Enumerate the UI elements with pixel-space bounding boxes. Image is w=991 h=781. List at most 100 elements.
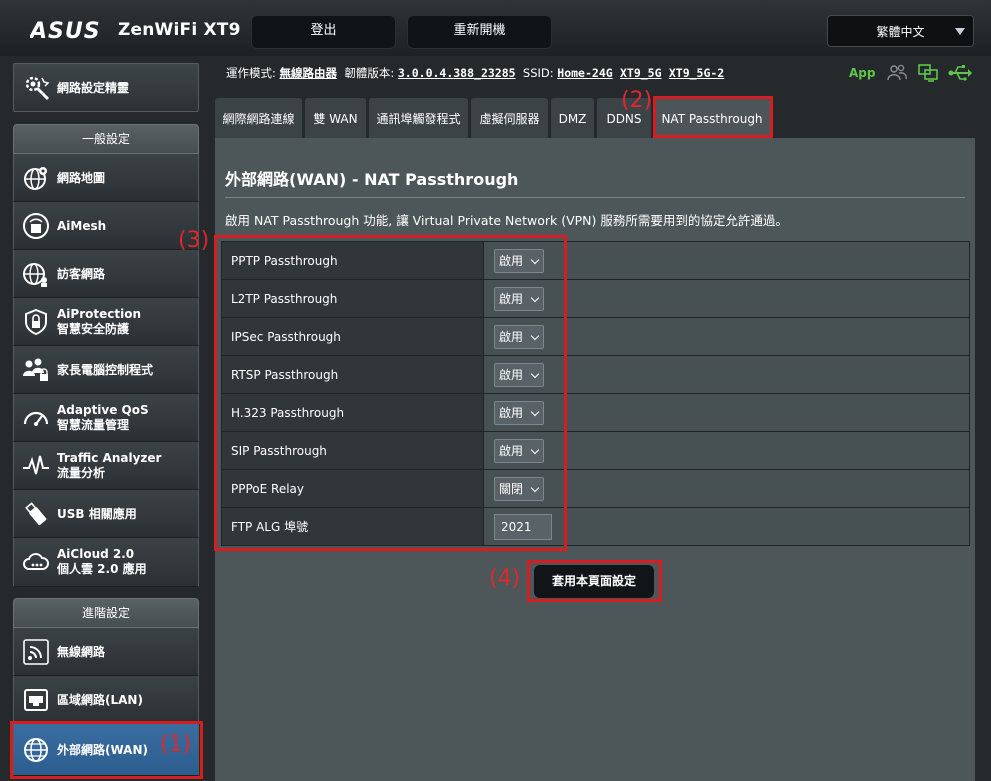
row-label: RTSP Passthrough bbox=[221, 355, 484, 394]
sidebar-item-network-map[interactable]: 網路地圖 bbox=[13, 154, 199, 202]
ssid-link[interactable]: Home-24G bbox=[557, 66, 612, 80]
row-label: FTP ALG 埠號 bbox=[221, 507, 484, 546]
tab-virtual-server[interactable]: 虛擬伺服器 bbox=[471, 98, 548, 138]
sidebar-item-label: USB 相關應用 bbox=[57, 506, 137, 521]
traffic-pulse-icon bbox=[23, 455, 49, 475]
sidebar-item-wireless[interactable]: 無線網路 bbox=[13, 628, 199, 676]
sidebar-item-label: 家長電腦控制程式 bbox=[57, 362, 154, 377]
asus-logo: ASUS bbox=[30, 19, 101, 43]
sip-select[interactable]: 啟用 bbox=[494, 438, 544, 463]
chevron-down-icon bbox=[955, 28, 965, 35]
sidebar-item-usb-app[interactable]: USB 相關應用 bbox=[13, 490, 199, 538]
select-value: 啟用 bbox=[499, 329, 524, 344]
tab-internet-connection[interactable]: 網際網路連線 bbox=[215, 98, 302, 138]
quick-setup-label: 網路設定精靈 bbox=[57, 81, 130, 95]
ftp-alg-port-input[interactable] bbox=[494, 513, 552, 540]
cloud-icon bbox=[23, 553, 49, 570]
usb-icon[interactable] bbox=[948, 64, 972, 82]
row-label: L2TP Passthrough bbox=[221, 279, 484, 318]
model-name: ZenWiFi XT9 bbox=[118, 20, 241, 40]
sidebar-item-parental-controls[interactable]: 家長電腦控制程式 bbox=[13, 346, 199, 394]
table-row: FTP ALG 埠號 bbox=[221, 507, 970, 546]
table-row: RTSP Passthrough 啟用 bbox=[221, 355, 970, 394]
page-title: 外部網路(WAN) - NAT Passthrough bbox=[225, 170, 519, 189]
pppoe-relay-select[interactable]: 關閉 bbox=[494, 476, 544, 501]
select-value: 啟用 bbox=[499, 405, 524, 420]
clients-icon[interactable] bbox=[887, 64, 907, 82]
reboot-button[interactable]: 重新開機 bbox=[407, 15, 552, 49]
chevron-down-icon bbox=[530, 483, 540, 492]
advanced-heading: 進階設定 bbox=[13, 598, 199, 628]
chevron-down-icon bbox=[530, 293, 540, 302]
row-label: PPTP Passthrough bbox=[221, 241, 484, 280]
table-row: L2TP Passthrough 啟用 bbox=[221, 279, 970, 318]
annotation-2: (2) bbox=[621, 88, 653, 113]
page-description: 啟用 NAT Passthrough 功能, 讓 Virtual Private… bbox=[225, 213, 788, 228]
shield-lock-icon bbox=[25, 308, 47, 336]
sidebar-item-sublabel: 流量分析 bbox=[57, 466, 106, 480]
language-select[interactable]: 繁體中文 bbox=[827, 15, 974, 47]
sidebar-item-label: 無線網路 bbox=[57, 644, 106, 659]
guest-globe-icon bbox=[23, 263, 47, 287]
ssid-link[interactable]: XT9_5G bbox=[620, 66, 662, 80]
sidebar-item-label: 區域網路(LAN) bbox=[57, 692, 143, 707]
wizard-icon bbox=[25, 76, 50, 101]
usb-drive-icon bbox=[25, 502, 47, 526]
l2tp-select[interactable]: 啟用 bbox=[494, 286, 544, 311]
chevron-down-icon bbox=[530, 445, 540, 454]
select-value: 啟用 bbox=[499, 291, 524, 306]
table-row: SIP Passthrough 啟用 bbox=[221, 431, 970, 470]
sidebar-item-label: Traffic Analyzer bbox=[57, 451, 162, 465]
app-link[interactable]: App bbox=[849, 66, 875, 80]
sidebar-item-adaptive-qos[interactable]: Adaptive QoS 智慧流量管理 bbox=[13, 394, 199, 442]
annotation-3: (3) bbox=[178, 228, 210, 253]
row-label: PPPoE Relay bbox=[221, 469, 484, 508]
mode-link[interactable]: 無線路由器 bbox=[280, 66, 338, 80]
sidebar-item-traffic-analyzer[interactable]: Traffic Analyzer 流量分析 bbox=[13, 442, 199, 490]
firmware-link[interactable]: 3.0.0.4.388_23285 bbox=[398, 66, 516, 80]
sidebar-item-label: AiMesh bbox=[57, 218, 107, 233]
h323-select[interactable]: 啟用 bbox=[494, 400, 544, 425]
status-info-line: 運作模式: 無線路由器 韌體版本: 3.0.0.4.388_23285 SSID… bbox=[226, 65, 724, 81]
sidebar-item-lan[interactable]: 區域網路(LAN) bbox=[13, 676, 199, 724]
divider bbox=[225, 197, 965, 198]
general-heading: 一般設定 bbox=[13, 124, 199, 154]
chevron-down-icon bbox=[530, 369, 540, 378]
sidebar-item-guest-network[interactable]: 訪客網路 bbox=[13, 250, 199, 298]
tab-dmz[interactable]: DMZ bbox=[551, 98, 594, 138]
sidebar-item-label: 訪客網路 bbox=[57, 266, 106, 281]
ssid-label: SSID: bbox=[522, 66, 554, 80]
sidebar-item-aiprotection[interactable]: AiProtection 智慧安全防護 bbox=[13, 298, 199, 346]
top-bar: ASUS ZenWiFi XT9 登出 重新開機 繁體中文 bbox=[0, 0, 991, 56]
select-value: 關閉 bbox=[499, 481, 524, 496]
quick-setup-button[interactable]: 網路設定精靈 bbox=[13, 63, 199, 112]
tab-nat-passthrough[interactable]: NAT Passthrough bbox=[654, 98, 770, 138]
sidebar-item-label: AiProtection bbox=[57, 307, 141, 321]
ssid-link[interactable]: XT9_5G-2 bbox=[669, 66, 724, 80]
pptp-select[interactable]: 啟用 bbox=[494, 248, 544, 273]
table-row: IPSec Passthrough 啟用 bbox=[221, 317, 970, 356]
table-row: PPTP Passthrough 啟用 bbox=[221, 241, 970, 280]
ipsec-select[interactable]: 啟用 bbox=[494, 324, 544, 349]
sidebar-item-aicloud[interactable]: AiCloud 2.0 個人雲 2.0 應用 bbox=[13, 538, 199, 587]
chevron-down-icon bbox=[530, 255, 540, 264]
sidebar-item-aimesh[interactable]: AiMesh bbox=[13, 202, 199, 250]
logout-button[interactable]: 登出 bbox=[251, 15, 396, 49]
apply-button[interactable]: 套用本頁面設定 bbox=[534, 565, 654, 598]
wifi-icon bbox=[23, 639, 49, 665]
select-value: 啟用 bbox=[499, 443, 524, 458]
network-devices-icon[interactable] bbox=[918, 64, 938, 82]
rtsp-select[interactable]: 啟用 bbox=[494, 362, 544, 387]
chevron-down-icon bbox=[530, 331, 540, 340]
select-value: 啟用 bbox=[499, 253, 524, 268]
row-label: SIP Passthrough bbox=[221, 431, 484, 470]
aimesh-icon bbox=[23, 213, 49, 239]
gauge-icon bbox=[23, 411, 49, 426]
sidebar-item-label: Adaptive QoS bbox=[57, 403, 149, 417]
annotation-4: (4) bbox=[489, 566, 521, 591]
globe-icon bbox=[24, 738, 48, 762]
table-row: PPPoE Relay 關閉 bbox=[221, 469, 970, 508]
tab-dual-wan[interactable]: 雙 WAN bbox=[305, 98, 366, 138]
tab-port-trigger[interactable]: 通訊埠觸發程式 bbox=[369, 98, 468, 138]
svg-text:ASUS: ASUS bbox=[30, 19, 101, 43]
